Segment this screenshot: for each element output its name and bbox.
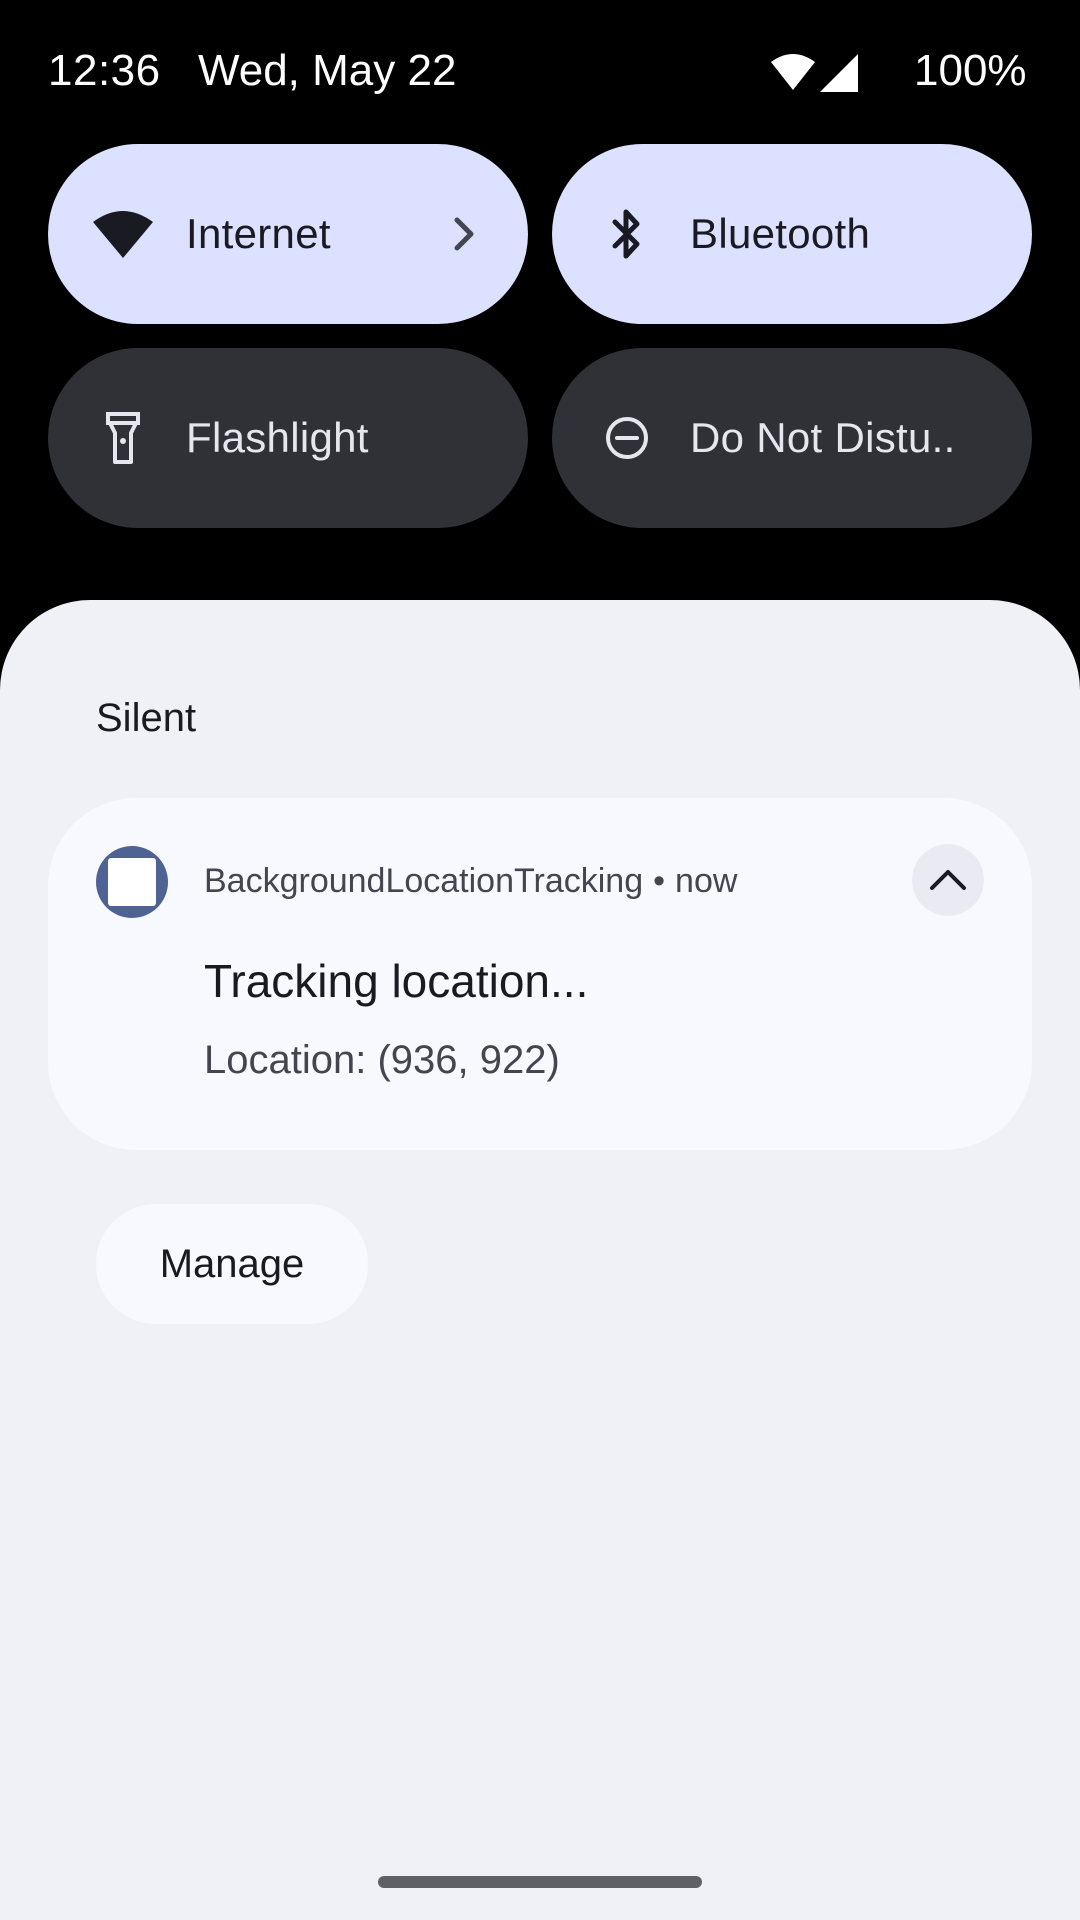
flashlight-icon [88, 403, 158, 473]
wifi-icon [88, 199, 158, 269]
bluetooth-icon [592, 199, 662, 269]
tile-do-not-disturb[interactable]: Do Not Distu.. [552, 348, 1032, 528]
section-title-silent: Silent [96, 696, 197, 740]
cell-signal-icon [820, 54, 858, 92]
tile-label: Internet [186, 210, 331, 257]
collapse-notification-button[interactable] [912, 844, 984, 916]
status-date: Wed, May 22 [198, 46, 457, 95]
home-indicator[interactable] [378, 1876, 702, 1888]
chevron-up-icon [930, 870, 966, 890]
tile-flashlight[interactable]: Flashlight [48, 348, 528, 528]
notification-text: Location: (936, 922) [204, 1038, 560, 1082]
tile-label: Flashlight [186, 414, 369, 461]
wifi-icon [771, 54, 815, 90]
notification-card[interactable]: BackgroundLocationTracking • now Tracking … [48, 798, 1032, 1150]
tile-internet[interactable]: Internet [48, 144, 528, 324]
tile-bluetooth[interactable]: Bluetooth [552, 144, 1032, 324]
status-bar: 12:36 Wed, May 22 100% [0, 0, 1080, 148]
status-time: 12:36 [48, 46, 161, 95]
notification-shade-screen: 12:36 Wed, May 22 100% Internet Bluetoot… [0, 0, 1080, 1920]
notification-time: now [675, 862, 738, 900]
do-not-disturb-icon [592, 403, 662, 473]
notification-separator: • [653, 862, 666, 900]
tile-label: Do Not Distu.. [690, 414, 956, 461]
notification-app-name: BackgroundLocationTracking [204, 862, 644, 900]
app-square-icon [96, 846, 168, 918]
notification-title: Tracking location... [204, 955, 589, 1007]
battery-percentage: 100% [914, 46, 1027, 95]
notification-panel: Silent BackgroundLocationTracking • now Tr… [0, 600, 1080, 1920]
chevron-right-icon [454, 217, 474, 251]
manage-button[interactable]: Manage [96, 1204, 368, 1324]
tile-label: Bluetooth [690, 210, 871, 257]
notification-header: BackgroundLocationTracking • now [204, 862, 737, 901]
app-icon-square [108, 858, 156, 906]
